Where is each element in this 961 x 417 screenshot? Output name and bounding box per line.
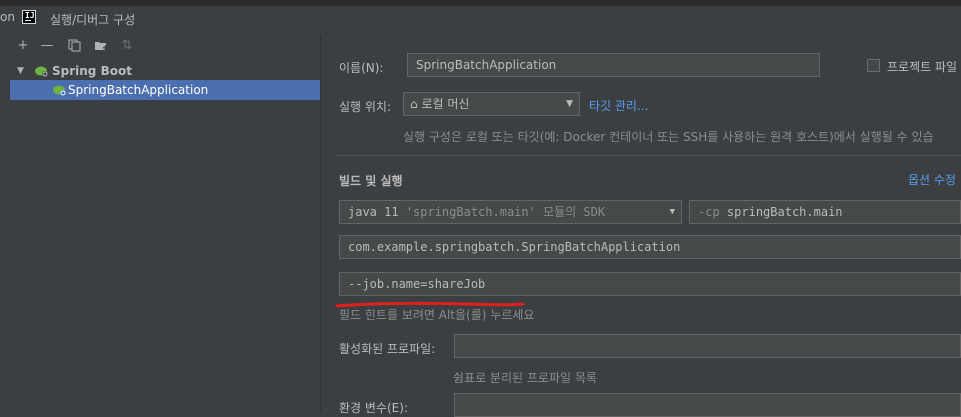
tree-item-springbatchapplication[interactable]: SpringBatchApplication bbox=[10, 80, 320, 100]
run-on-dropdown[interactable]: ⌂ 로컬 머신 ▼ bbox=[403, 92, 580, 116]
env-vars-label: 환경 변수(E): bbox=[339, 401, 408, 415]
jdk-detail: 'springBatch.main' 모듈의 SDK bbox=[405, 205, 606, 219]
folder-add-icon[interactable] bbox=[94, 39, 108, 53]
name-label: 이름(N): bbox=[339, 61, 384, 75]
main-class-input[interactable]: com.example.springbatch.SpringBatchAppli… bbox=[339, 235, 961, 259]
manage-targets-link[interactable]: 타깃 관리... bbox=[589, 97, 648, 114]
configurations-panel: + — ⇅ ▼ Spring Boot SpringBatchApplicati… bbox=[10, 35, 321, 411]
field-hint: 필드 힌트를 보려면 Alt을(를) 누르세요 bbox=[339, 308, 535, 322]
chevron-down-icon: ▼ bbox=[566, 99, 573, 109]
name-input[interactable]: SpringBatchApplication bbox=[407, 53, 820, 77]
tree-group-spring-boot[interactable]: ▼ Spring Boot bbox=[10, 61, 320, 81]
run-on-hint: 실행 구성은 로컬 또는 타깃(예: Docker 컨테이너 또는 SSH를 사… bbox=[403, 130, 934, 144]
profiles-hint: 쉼표로 분리된 프로파일 목록 bbox=[453, 371, 597, 385]
configuration-form: 이름(N): SpringBatchApplication 프로젝트 파일 실행… bbox=[321, 35, 961, 417]
run-on-value: 로컬 머신 bbox=[421, 97, 470, 111]
env-vars-input[interactable] bbox=[454, 393, 961, 417]
jdk-prefix: java 11 bbox=[348, 205, 399, 219]
spring-boot-icon bbox=[35, 66, 48, 77]
run-on-label: 실행 위치: bbox=[339, 100, 392, 114]
jdk-dropdown[interactable]: java 11 'springBatch.main' 모듈의 SDK ▼ bbox=[339, 200, 682, 224]
cp-prefix: -cp bbox=[698, 205, 720, 219]
intellij-logo-icon: IJ bbox=[22, 10, 36, 24]
spring-boot-icon bbox=[53, 85, 66, 96]
chevron-down-icon: ▼ bbox=[669, 207, 675, 217]
program-arguments-input[interactable]: --job.name=shareJob bbox=[339, 272, 961, 296]
section-divider bbox=[335, 155, 961, 156]
modify-options-link[interactable]: 옵션 수정 bbox=[908, 171, 956, 188]
remove-icon[interactable]: — bbox=[40, 39, 54, 53]
home-icon: ⌂ bbox=[410, 97, 418, 111]
background-window-text: on bbox=[0, 10, 15, 24]
build-section-label: 빌드 및 실행 bbox=[339, 174, 403, 188]
title-bar: on IJ 실행/디버그 구성 bbox=[0, 0, 961, 35]
chevron-down-icon[interactable]: ▼ bbox=[17, 61, 24, 81]
project-file-checkbox[interactable] bbox=[867, 59, 880, 72]
window-title: 실행/디버그 구성 bbox=[50, 13, 136, 27]
copy-icon[interactable] bbox=[67, 39, 81, 53]
project-file-label: 프로젝트 파일 bbox=[887, 60, 958, 74]
tree-item-label: SpringBatchApplication bbox=[68, 83, 209, 97]
active-profiles-input[interactable] bbox=[454, 334, 961, 358]
sort-icon[interactable]: ⇅ bbox=[120, 39, 134, 53]
tree-group-label: Spring Boot bbox=[52, 64, 132, 78]
active-profiles-label: 활성화된 프로파일: bbox=[339, 342, 436, 356]
cp-value: springBatch.main bbox=[726, 205, 843, 219]
add-icon[interactable]: + bbox=[16, 39, 30, 53]
background-window-strip bbox=[0, 0, 961, 6]
classpath-field[interactable]: -cp springBatch.main bbox=[689, 200, 961, 224]
